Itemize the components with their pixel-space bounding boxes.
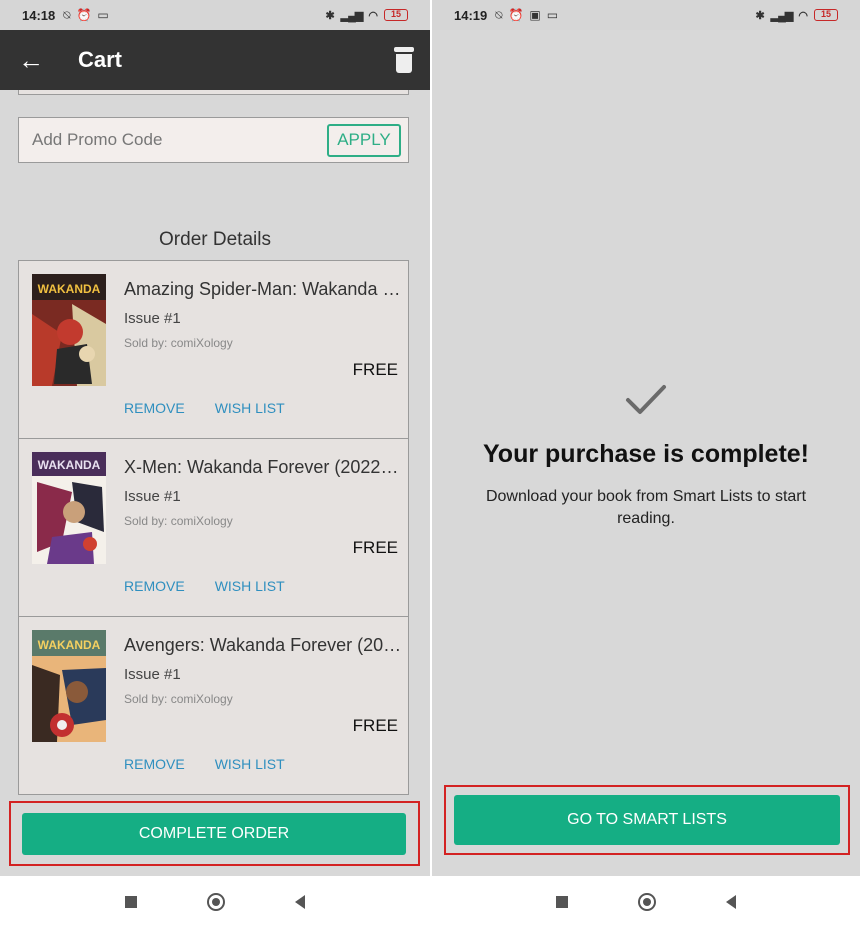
screen-icon: ▭ [97,7,109,22]
status-time: 14:19 [454,7,488,23]
status-bar: 14:19 ⍉ ⏰ ▣ ▭ ✱ ▂▄▆ ◠ 15 [432,0,860,30]
system-nav-bar [0,876,430,927]
order-details-heading: Order Details [159,229,271,250]
item-price: FREE [352,538,398,557]
remove-button[interactable]: REMOVE [124,578,185,594]
system-nav-bar [432,876,860,927]
comic-cover-image: WAKANDA [32,452,106,564]
bluetooth-icon: ✱ [325,9,335,22]
item-price: FREE [352,360,398,379]
battery-icon: 15 [814,9,838,21]
nav-back-icon[interactable] [295,894,305,909]
alarm-off-icon: ⍉ [495,7,503,22]
cover-title-text: WAKANDA [38,458,101,472]
cart-screen: 14:18 ⍉ ⏰ ▭ ✱ ▂▄▆ ◠ 15 ← Cart Add Promo … [0,0,430,927]
item-issue: Issue #1 [124,488,181,505]
complete-order-button[interactable]: COMPLETE ORDER [22,813,406,855]
remove-button[interactable]: REMOVE [124,756,185,772]
wish-list-button[interactable]: WISH LIST [215,756,285,772]
cover-title-text: WAKANDA [38,638,101,652]
trash-icon[interactable] [394,47,414,73]
cover-title-text: WAKANDA [38,282,101,296]
recent-apps-icon[interactable] [125,895,137,908]
comic-cover-image: WAKANDA [32,274,106,386]
order-item: WAKANDA Amazing Spider-Man: Wakanda Fore… [19,261,408,439]
item-issue: Issue #1 [124,666,181,683]
alarm-icon: ⏰ [76,7,92,22]
recent-apps-icon[interactable] [556,895,568,908]
apply-promo-button[interactable]: APPLY [327,123,401,157]
alarm-icon: ⏰ [508,7,524,22]
page-title: Cart [78,47,123,72]
battery-icon: 15 [384,9,408,21]
item-actions: REMOVE WISH LIST [124,400,285,416]
wish-list-button[interactable]: WISH LIST [215,400,285,416]
success-message: Download your book from Smart Lists to s… [485,488,807,527]
item-title[interactable]: Amazing Spider-Man: Wakanda Forever (202… [124,279,402,300]
promo-code-placeholder: Add Promo Code [32,130,163,149]
status-system-icons: ✱ ▂▄▆ ◠ 15 [325,9,408,22]
wifi-icon: ◠ [368,9,378,22]
status-notification-icons: ⍉ ⏰ ▭ [63,8,109,23]
wish-list-button[interactable]: WISH LIST [215,578,285,594]
previous-section-edge [18,90,409,95]
signal-icon: ▂▄▆ [340,9,364,22]
nav-back-icon[interactable] [726,894,736,909]
signal-icon: ▂▄▆ [770,9,794,22]
status-notification-icons: ⍉ ⏰ ▣ ▭ [495,8,558,23]
complete-order-highlight: COMPLETE ORDER [9,801,420,866]
check-icon [626,385,666,414]
item-seller: Sold by: comiXology [124,514,233,528]
bluetooth-icon: ✱ [755,9,765,22]
order-item: WAKANDA Avengers: Wakanda Forever (2022)… [19,617,408,794]
alarm-off-icon: ⍉ [63,7,71,22]
success-title: Your purchase is complete! [482,440,809,468]
home-icon[interactable] [207,892,225,911]
item-price: FREE [352,716,398,735]
promo-code-field[interactable]: Add Promo Code APPLY [18,117,409,163]
remove-button[interactable]: REMOVE [124,400,185,416]
item-issue: Issue #1 [124,310,181,327]
comic-cover-image: WAKANDA [32,630,106,742]
status-bar: 14:18 ⍉ ⏰ ▭ ✱ ▂▄▆ ◠ 15 [0,0,430,30]
go-to-smart-lists-button[interactable]: GO TO SMART LISTS [454,795,840,845]
smart-lists-highlight: GO TO SMART LISTS [444,785,850,855]
wifi-icon: ◠ [798,9,808,22]
item-actions: REMOVE WISH LIST [124,756,285,772]
status-time: 14:18 [22,7,56,23]
item-actions: REMOVE WISH LIST [124,578,285,594]
purchase-complete-screen: 14:19 ⍉ ⏰ ▣ ▭ ✱ ▂▄▆ ◠ 15 Your purchase i… [432,0,860,927]
item-seller: Sold by: comiXology [124,692,233,706]
screen-icon: ▭ [546,7,559,22]
item-title[interactable]: Avengers: Wakanda Forever (2022) #1 [124,635,402,656]
back-arrow-icon[interactable]: ← [0,45,62,76]
order-items-list: WAKANDA Amazing Spider-Man: Wakanda Fore… [18,260,409,795]
image-icon: ▣ [529,7,541,22]
app-bar: ← Cart [0,30,430,90]
item-seller: Sold by: comiXology [124,336,233,350]
status-system-icons: ✱ ▂▄▆ ◠ 15 [755,9,838,22]
home-icon[interactable] [638,892,656,911]
order-item: WAKANDA X-Men: Wakanda Forever (2022) #1… [19,439,408,617]
item-title[interactable]: X-Men: Wakanda Forever (2022) #1 [124,457,402,478]
